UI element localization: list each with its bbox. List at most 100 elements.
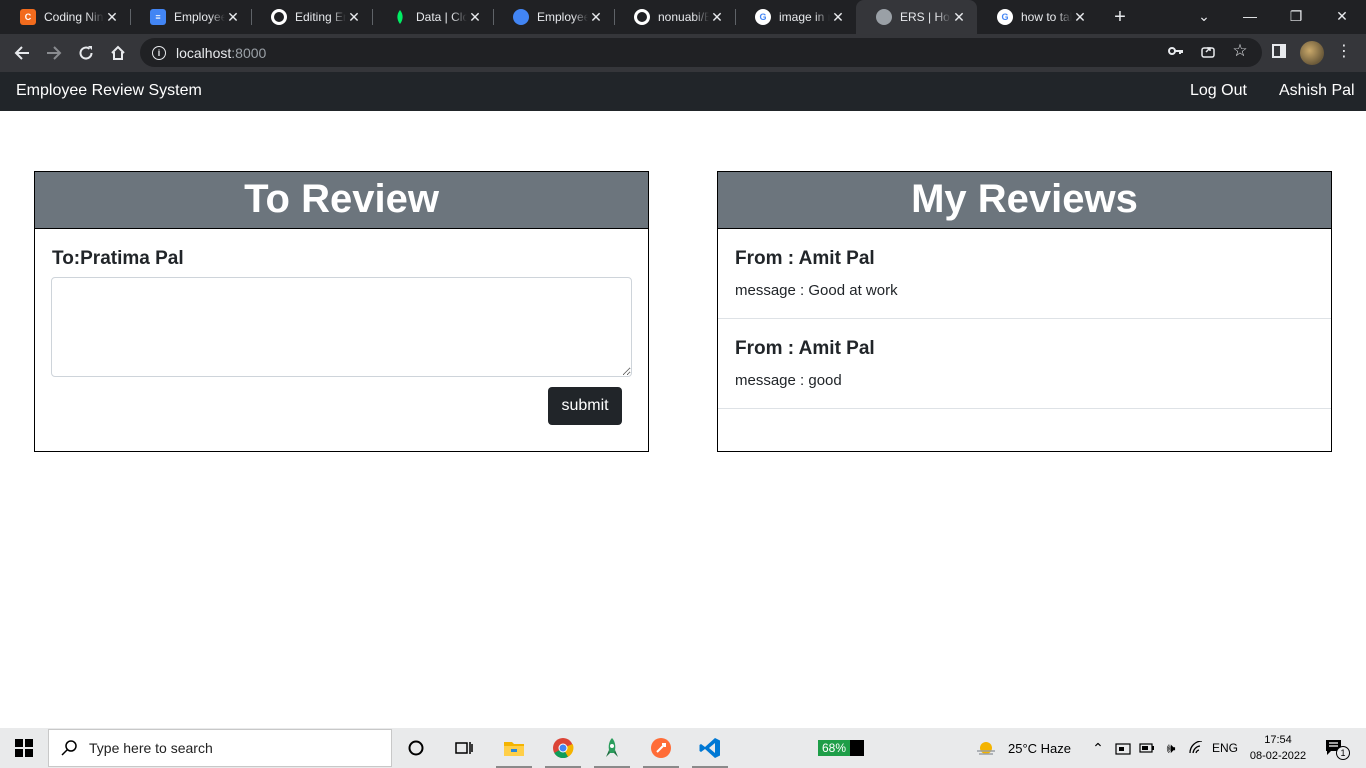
google-icon: G: [755, 9, 771, 25]
task-view-icon[interactable]: [444, 732, 484, 764]
share-icon[interactable]: [1199, 42, 1217, 60]
taskbar-search-box[interactable]: Type here to search: [48, 729, 392, 767]
close-window-icon[interactable]: ✕: [1319, 0, 1365, 32]
close-tab-icon[interactable]: ✕: [830, 9, 846, 25]
reload-icon[interactable]: [73, 40, 99, 66]
review-from: From : Amit Pal: [735, 338, 875, 359]
tab-title: Coding Ninjas: [44, 10, 104, 24]
back-arrow-icon[interactable]: [9, 40, 35, 66]
file-explorer-icon[interactable]: [494, 732, 534, 768]
site-navbar: Employee Review System Log Out Ashish Pa…: [0, 72, 1366, 111]
battery-tray-icon[interactable]: [1137, 732, 1157, 764]
tab-mongodb-data[interactable]: Data | Cloud ✕: [372, 0, 493, 34]
weather-text[interactable]: 25°C Haze: [1008, 741, 1071, 756]
review-textarea[interactable]: [51, 277, 632, 377]
side-panel-icon[interactable]: [1270, 42, 1288, 60]
home-icon[interactable]: [105, 40, 131, 66]
battery-meter: 68%: [818, 740, 864, 756]
search-icon: [61, 740, 77, 756]
vscode-icon[interactable]: [690, 732, 730, 768]
github-icon: [634, 9, 650, 25]
minimize-icon[interactable]: —: [1227, 0, 1273, 32]
site-info-icon[interactable]: i: [152, 45, 166, 60]
tab-github-repo[interactable]: nonuabi/Employee ✕: [614, 0, 735, 34]
globe-icon: [876, 9, 892, 25]
close-tab-icon[interactable]: ✕: [225, 9, 241, 25]
review-list-item: From : Amit Pal message : Good at work: [718, 229, 1331, 319]
github-icon: [271, 9, 287, 25]
close-tab-icon[interactable]: ✕: [104, 9, 120, 25]
url-host: localhost: [176, 44, 232, 61]
notification-count: 1: [1336, 746, 1350, 760]
browser-toolbar: i localhost:8000 ☆ ⋮: [0, 34, 1366, 72]
to-review-card: To Review To:Pratima Pal submit: [34, 171, 649, 452]
close-tab-icon[interactable]: ✕: [346, 9, 362, 25]
google-icon: G: [997, 9, 1013, 25]
shield-favicon-icon: [513, 9, 529, 25]
review-list-item: From : Amit Pal message : good: [718, 319, 1331, 409]
to-review-header: To Review: [35, 172, 648, 229]
clock[interactable]: 17:54 08-02-2022: [1244, 732, 1312, 764]
postman-icon[interactable]: [641, 732, 681, 768]
tab-title: Employee Review: [174, 10, 225, 24]
tab-google-image[interactable]: G image in markdown ✕: [735, 0, 856, 34]
restore-icon[interactable]: ❐: [1273, 0, 1319, 32]
review-message: message : good: [735, 372, 842, 389]
key-icon[interactable]: [1167, 42, 1185, 60]
notification-center-icon[interactable]: 1: [1318, 732, 1352, 764]
windows-taskbar: Type here to search 68% 25°C Haze ⌃ 🕪 EN…: [0, 728, 1366, 768]
tab-title: how to take: [1021, 10, 1072, 24]
submit-button[interactable]: submit: [548, 387, 622, 425]
close-tab-icon[interactable]: ✕: [951, 9, 967, 25]
wifi-icon[interactable]: [1185, 732, 1207, 764]
navbar-brand[interactable]: Employee Review System: [16, 82, 202, 100]
bookmark-star-icon[interactable]: ☆: [1231, 41, 1249, 60]
onedrive-tray-icon[interactable]: [1113, 732, 1133, 764]
tab-editing-github[interactable]: Editing Employee ✕: [251, 0, 372, 34]
more-menu-icon[interactable]: ⋮: [1335, 42, 1353, 60]
clock-time: 17:54: [1264, 734, 1292, 746]
close-tab-icon[interactable]: ✕: [588, 9, 604, 25]
robo3t-rocket-icon[interactable]: [592, 732, 632, 768]
tab-coding-ninjas[interactable]: C Coding Ninjas ✕: [0, 0, 130, 34]
clock-date: 08-02-2022: [1249, 750, 1307, 762]
my-reviews-card: My Reviews From : Amit Pal message : Goo…: [717, 171, 1332, 452]
tab-title: ERS | Home: [900, 10, 951, 24]
user-name-link[interactable]: Ashish Pal: [1279, 82, 1355, 100]
review-from: From : Amit Pal: [735, 248, 875, 269]
tab-google-how-to[interactable]: G how to take ✕: [977, 0, 1098, 34]
close-tab-icon[interactable]: ✕: [709, 9, 725, 25]
review-recipient-label: To:Pratima Pal: [52, 248, 184, 269]
volume-icon[interactable]: 🕪: [1160, 732, 1182, 764]
battery-percent: 68%: [818, 740, 850, 756]
profile-avatar[interactable]: [1300, 41, 1324, 65]
google-docs-icon: ≡: [150, 9, 166, 25]
search-placeholder: Type here to search: [89, 740, 213, 756]
tab-title: nonuabi/Employee: [658, 10, 709, 24]
tab-employee-review[interactable]: Employee-review ✕: [493, 0, 614, 34]
language-indicator[interactable]: ENG: [1212, 741, 1238, 755]
mongodb-leaf-icon: [392, 9, 408, 25]
logout-link[interactable]: Log Out: [1190, 82, 1247, 100]
review-message: message : Good at work: [735, 282, 898, 299]
tab-employee-doc[interactable]: ≡ Employee Review ✕: [130, 0, 251, 34]
url-port: :8000: [231, 44, 267, 61]
tab-title: Editing Employee: [295, 10, 346, 24]
tab-title: Employee-review: [537, 10, 588, 24]
tray-chevron-up-icon[interactable]: ⌃: [1087, 732, 1109, 764]
close-tab-icon[interactable]: ✕: [1072, 9, 1088, 25]
forward-arrow-icon[interactable]: [41, 40, 67, 66]
my-reviews-header: My Reviews: [718, 172, 1331, 229]
new-tab-plus-icon[interactable]: +: [1108, 5, 1132, 29]
windows-start-icon[interactable]: [0, 728, 48, 768]
tab-search-chevron-icon[interactable]: ⌄: [1181, 0, 1227, 32]
tab-ers-home[interactable]: ERS | Home ✕: [856, 0, 977, 34]
weather-sun-haze-icon[interactable]: [968, 732, 1004, 764]
close-tab-icon[interactable]: ✕: [467, 9, 483, 25]
browser-tab-strip: C Coding Ninjas ✕ ≡ Employee Review ✕ Ed…: [0, 0, 1366, 34]
coding-ninjas-favicon-icon: C: [20, 9, 36, 25]
cortana-icon[interactable]: [396, 732, 436, 764]
chrome-icon[interactable]: [543, 732, 583, 768]
tab-title: image in markdown: [779, 10, 830, 24]
address-bar[interactable]: i localhost:8000: [140, 38, 1262, 67]
